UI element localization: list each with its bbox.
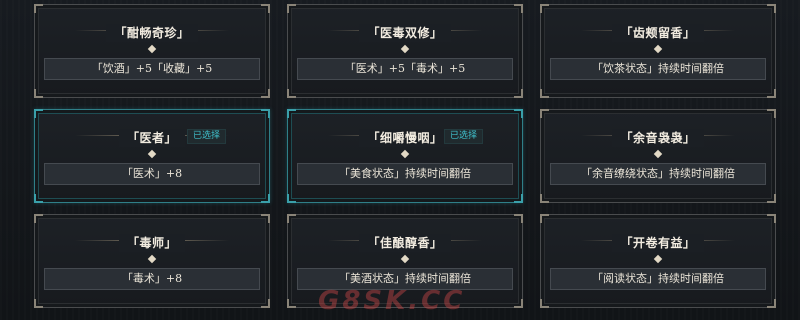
diamond-icon: [653, 149, 663, 159]
diamond-icon: [147, 254, 157, 264]
corner-ornament: [767, 109, 776, 118]
corner-ornament: [540, 299, 549, 308]
corner-ornament: [514, 299, 523, 308]
corner-ornament: [261, 214, 270, 223]
corner-ornament: [261, 89, 270, 98]
selected-badge: 已选择: [187, 129, 227, 144]
card-effect: 「医术」+8: [44, 163, 260, 185]
trait-card[interactable]: 「医毒双修」 「医术」+5「毒术」+5: [287, 4, 523, 98]
corner-ornament: [767, 4, 776, 13]
trait-card[interactable]: 「酣畅奇珍」 「饮酒」+5「收藏」+5: [34, 4, 270, 98]
card-effect: 「美食状态」持续时间翻倍: [297, 163, 513, 185]
corner-ornament: [514, 4, 523, 13]
selected-badge: 已选择: [444, 129, 484, 144]
card-title: 「细嚼慢咽」: [359, 129, 451, 147]
corner-ornament: [540, 214, 549, 223]
trait-card[interactable]: 「佳酿醇香」 「美酒状态」持续时间翻倍: [287, 214, 523, 308]
card-title: 「酣畅奇珍」: [106, 24, 198, 42]
corner-ornament: [767, 299, 776, 308]
card-effect: 「饮茶状态」持续时间翻倍: [550, 58, 766, 80]
card-title-area: 「医毒双修」: [288, 22, 522, 42]
card-title: 「佳酿醇香」: [359, 234, 451, 252]
corner-ornament: [767, 89, 776, 98]
card-title-area: 「余音袅袅」: [541, 127, 775, 147]
corner-ornament: [287, 299, 296, 308]
corner-ornament: [514, 214, 523, 223]
corner-ornament: [514, 194, 523, 203]
corner-ornament: [514, 89, 523, 98]
corner-ornament: [540, 109, 549, 118]
card-effect: 「饮酒」+5「收藏」+5: [44, 58, 260, 80]
corner-ornament: [261, 194, 270, 203]
card-title-area: 「医者」: [35, 127, 269, 147]
corner-ornament: [34, 109, 43, 118]
diamond-icon: [653, 254, 663, 264]
card-title-area: 「齿颊留香」: [541, 22, 775, 42]
card-title-area: 「酣畅奇珍」: [35, 22, 269, 42]
corner-ornament: [767, 214, 776, 223]
card-title-area: 「毒师」: [35, 232, 269, 252]
trait-card[interactable]: 「余音袅袅」 「余音缭绕状态」持续时间翻倍: [540, 109, 776, 203]
trait-card[interactable]: 「开卷有益」 「阅读状态」持续时间翻倍: [540, 214, 776, 308]
corner-ornament: [287, 89, 296, 98]
trait-card-selected[interactable]: 「医者」 已选择 「医术」+8: [34, 109, 270, 203]
diamond-icon: [147, 44, 157, 54]
card-title: 「医者」: [118, 129, 185, 147]
corner-ornament: [514, 109, 523, 118]
corner-ornament: [34, 194, 43, 203]
corner-ornament: [34, 214, 43, 223]
corner-ornament: [767, 194, 776, 203]
card-title-area: 「佳酿醇香」: [288, 232, 522, 252]
trait-card-grid: 「酣畅奇珍」 「饮酒」+5「收藏」+5 「医毒双修」 「医术」+5「毒术」+5 …: [34, 4, 776, 308]
diamond-icon: [653, 44, 663, 54]
card-effect: 「余音缭绕状态」持续时间翻倍: [550, 163, 766, 185]
card-effect: 「美酒状态」持续时间翻倍: [297, 268, 513, 290]
diamond-icon: [400, 149, 410, 159]
corner-ornament: [287, 214, 296, 223]
corner-ornament: [540, 89, 549, 98]
diamond-icon: [400, 44, 410, 54]
corner-ornament: [540, 4, 549, 13]
corner-ornament: [34, 299, 43, 308]
card-title: 「医毒双修」: [359, 24, 451, 42]
card-title: 「毒师」: [118, 234, 185, 252]
corner-ornament: [540, 194, 549, 203]
corner-ornament: [261, 109, 270, 118]
corner-ornament: [287, 109, 296, 118]
card-effect: 「医术」+5「毒术」+5: [297, 58, 513, 80]
corner-ornament: [34, 4, 43, 13]
trait-card[interactable]: 「齿颊留香」 「饮茶状态」持续时间翻倍: [540, 4, 776, 98]
corner-ornament: [287, 4, 296, 13]
card-title: 「余音袅袅」: [612, 129, 704, 147]
corner-ornament: [287, 194, 296, 203]
card-title-area: 「开卷有益」: [541, 232, 775, 252]
trait-card-selected[interactable]: 「细嚼慢咽」 已选择 「美食状态」持续时间翻倍: [287, 109, 523, 203]
card-effect: 「阅读状态」持续时间翻倍: [550, 268, 766, 290]
corner-ornament: [34, 89, 43, 98]
corner-ornament: [261, 299, 270, 308]
corner-ornament: [261, 4, 270, 13]
diamond-icon: [147, 149, 157, 159]
card-title: 「齿颊留香」: [612, 24, 704, 42]
card-title-area: 「细嚼慢咽」: [288, 127, 522, 147]
card-title: 「开卷有益」: [612, 234, 704, 252]
card-effect: 「毒术」+8: [44, 268, 260, 290]
diamond-icon: [400, 254, 410, 264]
trait-card[interactable]: 「毒师」 「毒术」+8: [34, 214, 270, 308]
